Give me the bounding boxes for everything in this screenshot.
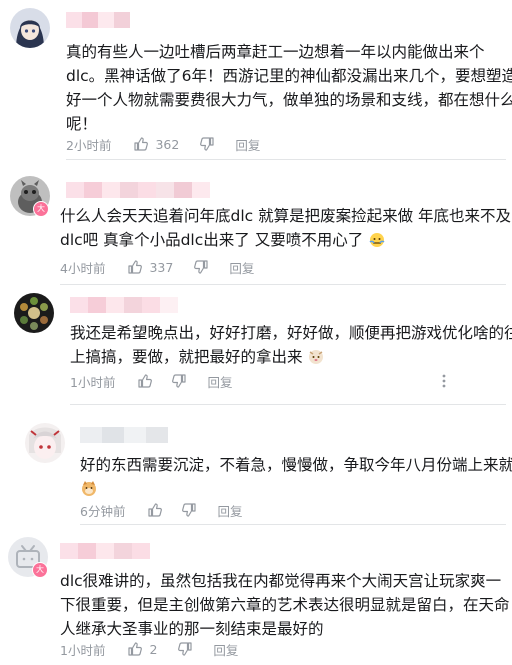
text-line-content: dlc吧 真拿个小品dlc出来了 又要喷不用心了 (60, 231, 364, 249)
text-line: dlc很难讲的，虽然包括我在内都觉得再来个大闹天宫让玩家爽一 (60, 572, 502, 590)
text-line: 什么人会天天追着问年底dlc 就算是把废案捡起来做 年底也来不及 (60, 207, 512, 225)
dislike-icon[interactable] (193, 259, 209, 275)
like-icon[interactable] (127, 641, 143, 657)
comment-meta: 1小时前 回复 (70, 371, 232, 391)
reply-button[interactable]: 回复 (235, 135, 260, 154)
dislike-icon[interactable] (199, 136, 215, 152)
timestamp: 4小时前 (60, 260, 106, 276)
text-line: 下很重要，但是主创做第六章的艺术表达很明显就是留白，在天命 (60, 596, 510, 614)
comment-meta: 4小时前 337 回复 (60, 257, 254, 277)
avatar[interactable] (25, 423, 65, 463)
comment-meta: 6分钟前 回复 (80, 500, 242, 520)
more-icon[interactable] (436, 373, 452, 389)
comment-text: 真的有些人一边吐槽后两章赶工一边想着一年以内能做出来个 dlc。黑神话做了6年！… (66, 40, 512, 136)
comment-text: 好的东西需要沉淀，不着急，慢慢做，争取今年八月份端上来就好 (80, 453, 512, 501)
vip-badge: 大 (33, 201, 49, 217)
timestamp: 1小时前 (60, 642, 106, 658)
text-line: dlc吧 真拿个小品dlc出来了 又要喷不用心了 (60, 228, 511, 252)
text-line: 上搞搞，要做，就把最好的拿出来 (70, 345, 512, 369)
avatar[interactable] (14, 293, 54, 333)
emoji-icon (309, 350, 324, 364)
username[interactable] (66, 12, 130, 28)
like-icon[interactable] (127, 259, 143, 275)
username[interactable] (60, 543, 150, 559)
like-count: 2 (149, 641, 158, 657)
comment-4: 好的东西需要沉淀，不着急，慢慢做，争取今年八月份端上来就好 6分钟前 回复 (0, 405, 512, 525)
like-icon[interactable] (133, 136, 149, 152)
like-icon[interactable] (137, 373, 153, 389)
like-count: 362 (155, 136, 180, 152)
text-line: 好一个人物就需要费很大力气，做单独的场景和支线，都在想什么 (66, 91, 512, 109)
timestamp: 2小时前 (66, 137, 112, 153)
comment-2: 大 什么人会天天追着问年底dlc 就算是把废案捡起来做 年底也来不及 dlc吧 … (0, 160, 512, 285)
timestamp: 1小时前 (70, 374, 116, 390)
text-line (80, 477, 512, 501)
text-line: 真的有些人一边吐槽后两章赶工一边想着一年以内能做出来个 (66, 43, 485, 61)
comment-3: 我还是希望晚点出，好好打磨，好好做，顺便再把游戏优化啥的往 上搞搞，要做，就把最… (0, 285, 512, 405)
text-line: 呢！ (66, 115, 98, 133)
username[interactable] (80, 427, 168, 443)
avatar[interactable] (10, 8, 50, 48)
text-line: dlc。黑神话做了6年！西游记里的神仙都没漏出来几个，要想塑造 (66, 67, 512, 85)
reply-button[interactable]: 回复 (217, 501, 242, 520)
emoji-icon (82, 481, 96, 496)
username[interactable] (66, 182, 210, 198)
comment-text: 我还是希望晚点出，好好打磨，好好做，顺便再把游戏优化啥的往 上搞搞，要做，就把最… (70, 321, 512, 369)
like-icon[interactable] (147, 502, 163, 518)
reply-button[interactable]: 回复 (213, 640, 238, 659)
comment-meta: 1小时前 2 回复 (60, 639, 238, 659)
dislike-icon[interactable] (177, 641, 193, 657)
emoji-icon (369, 233, 385, 247)
username[interactable] (70, 297, 178, 313)
like-count: 337 (149, 259, 174, 275)
vip-badge: 大 (32, 562, 48, 578)
comment-5: 大 dlc很难讲的，虽然包括我在内都觉得再来个大闹天宫让玩家爽一 下很重要，但是… (0, 525, 512, 665)
comment-text: dlc很难讲的，虽然包括我在内都觉得再来个大闹天宫让玩家爽一 下很重要，但是主创… (60, 569, 510, 641)
text-line: 好的东西需要沉淀，不着急，慢慢做，争取今年八月份端上来就好 (80, 456, 512, 474)
timestamp: 6分钟前 (80, 503, 126, 519)
comment-1: 真的有些人一边吐槽后两章赶工一边想着一年以内能做出来个 dlc。黑神话做了6年！… (0, 0, 512, 160)
comment-text: 什么人会天天追着问年底dlc 就算是把废案捡起来做 年底也来不及 dlc吧 真拿… (60, 204, 511, 252)
comment-meta: 2小时前 362 回复 (66, 134, 260, 154)
text-line: 我还是希望晚点出，好好打磨，好好做，顺便再把游戏优化啥的往 (70, 324, 512, 342)
reply-button[interactable]: 回复 (229, 258, 254, 277)
text-line-content: 上搞搞，要做，就把最好的拿出来 (70, 348, 303, 366)
dislike-icon[interactable] (181, 502, 197, 518)
reply-button[interactable]: 回复 (207, 372, 232, 391)
dislike-icon[interactable] (171, 373, 187, 389)
text-line: 人继承大圣事业的那一刻结束是最好的 (60, 620, 324, 638)
